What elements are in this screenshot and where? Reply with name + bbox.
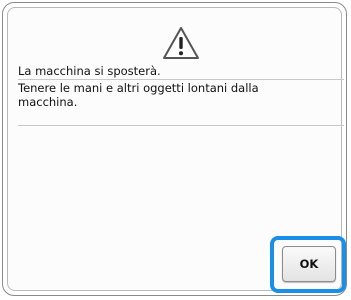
message-divider [18,79,344,80]
warning-triangle-icon [163,27,199,59]
ok-button[interactable]: OK [282,246,336,282]
message-line-2: Tenere le mani e altri oggetti lontani d… [18,81,259,109]
message-line-1: La macchina si sposterà. [18,64,161,78]
message-divider [18,125,344,126]
